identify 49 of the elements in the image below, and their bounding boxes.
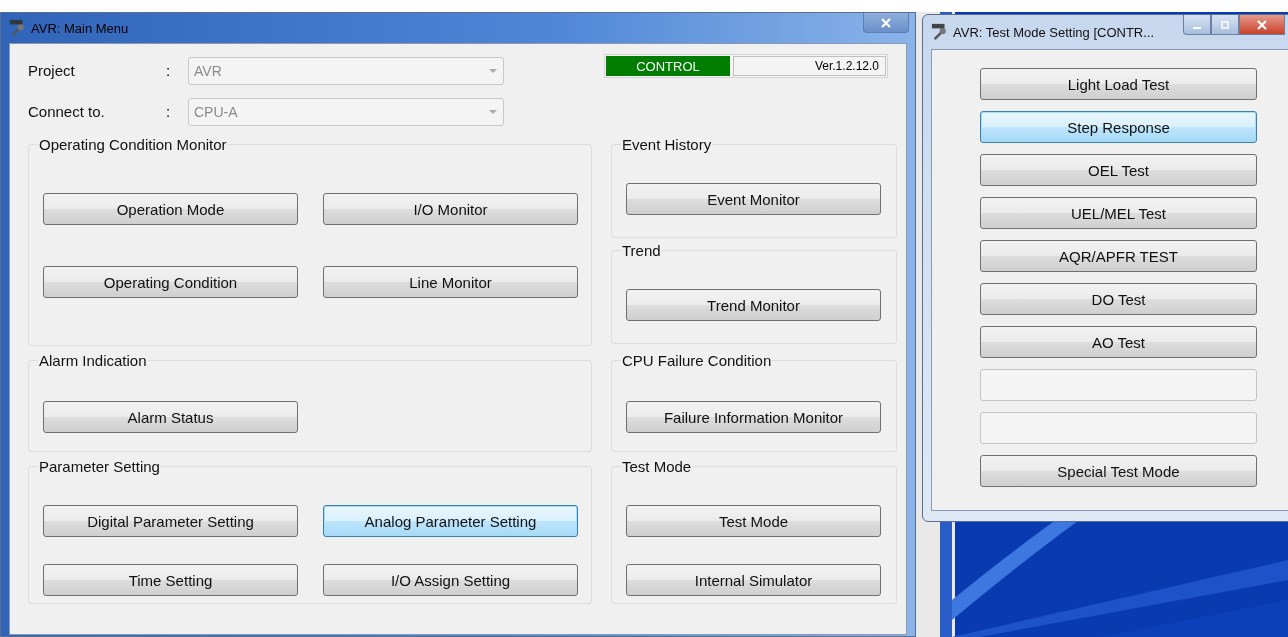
close-icon <box>1256 19 1268 30</box>
group-title: Trend <box>621 242 662 259</box>
menu-button[interactable]: Operating Condition <box>43 266 298 298</box>
group-title: Alarm Indication <box>38 352 148 369</box>
group-title: Operating Condition Monitor <box>38 136 228 153</box>
menu-button[interactable]: Alarm Status <box>43 401 298 433</box>
menu-button[interactable]: Event Monitor <box>626 183 881 215</box>
test-button[interactable]: UEL/MEL Test <box>980 197 1257 229</box>
group-title: Parameter Setting <box>38 458 161 475</box>
group-title: Event History <box>621 136 713 153</box>
group-title: CPU Failure Condition <box>621 352 773 369</box>
menu-button[interactable]: I/O Assign Setting <box>323 564 578 596</box>
close-button[interactable] <box>863 13 909 33</box>
window-title: AVR: Main Menu <box>31 20 129 36</box>
close-button[interactable] <box>1239 15 1285 35</box>
menu-button[interactable]: Failure Information Monitor <box>626 401 881 433</box>
test-button[interactable]: AQR/APFR TEST <box>980 240 1257 272</box>
wrench-icon <box>9 19 27 37</box>
separator: : <box>166 62 172 79</box>
minimize-button[interactable] <box>1183 15 1211 35</box>
test-button[interactable]: Light Load Test <box>980 68 1257 100</box>
test-button[interactable]: Special Test Mode <box>980 455 1257 487</box>
field-label: Connect to. <box>28 103 106 120</box>
group-title: Test Mode <box>621 458 693 475</box>
test-button[interactable]: Step Response <box>980 111 1257 143</box>
wrench-icon <box>931 23 949 41</box>
test-button[interactable]: DO Test <box>980 283 1257 315</box>
test-button[interactable]: OEL Test <box>980 154 1257 186</box>
menu-button[interactable]: Test Mode <box>626 505 881 537</box>
menu-button[interactable]: Trend Monitor <box>626 289 881 321</box>
maximize-icon <box>1219 19 1231 30</box>
menu-button[interactable]: I/O Monitor <box>323 193 578 225</box>
close-icon <box>880 17 892 28</box>
menu-button[interactable]: Time Setting <box>43 564 298 596</box>
menu-button[interactable]: Operation Mode <box>43 193 298 225</box>
separator: : <box>166 103 172 120</box>
maximize-button[interactable] <box>1211 15 1239 35</box>
menu-button[interactable]: Internal Simulator <box>626 564 881 596</box>
minimize-icon <box>1193 26 1201 29</box>
test-button[interactable]: AO Test <box>980 326 1257 358</box>
menu-button[interactable]: Digital Parameter Setting <box>43 505 298 537</box>
version-label: Ver.1.2.12.0 <box>733 56 886 76</box>
field-label: Project <box>28 62 76 79</box>
mode-indicator: CONTROL <box>606 56 730 76</box>
menu-button[interactable]: Analog Parameter Setting <box>323 505 578 537</box>
caret-icon <box>489 109 497 114</box>
window-title: AVR: Test Mode Setting [CONTR... <box>953 24 1155 40</box>
caret-icon <box>489 68 497 73</box>
menu-button[interactable]: Line Monitor <box>323 266 578 298</box>
